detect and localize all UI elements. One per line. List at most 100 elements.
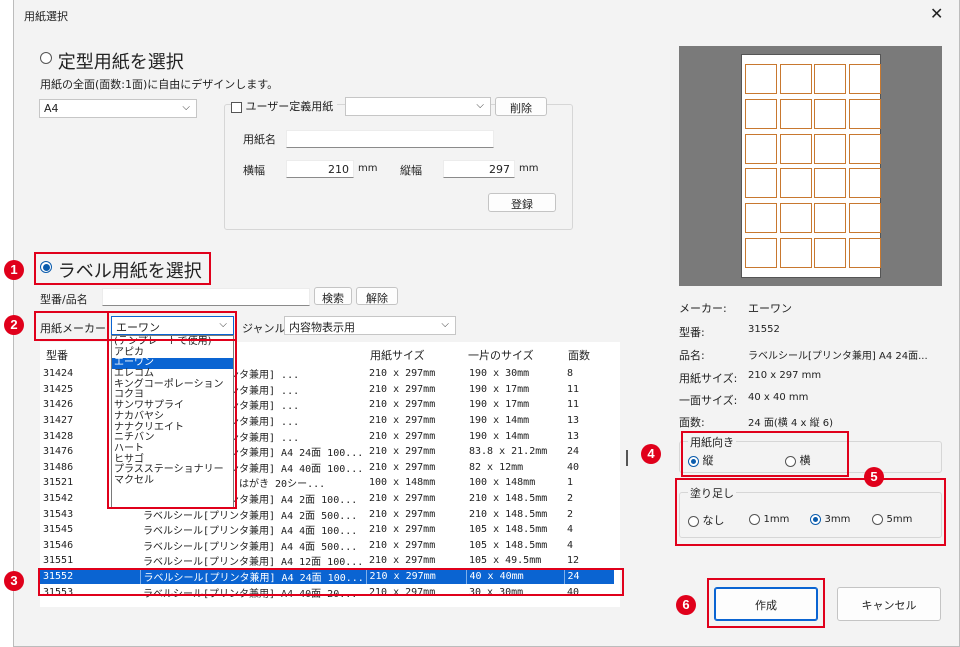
preview-label-cell	[745, 98, 777, 129]
close-icon[interactable]: ✕	[930, 4, 943, 23]
table-cell: 210 x 297mm	[369, 524, 436, 536]
preview-label-cell	[779, 98, 812, 129]
info-model-label: 型番:	[679, 326, 705, 339]
paper-size-select[interactable]: A4 ⌵	[39, 99, 197, 118]
splitter-handle[interactable]	[626, 450, 628, 466]
table-cell: 210 x 297mm	[369, 461, 436, 473]
info-paper-label: 用紙サイズ:	[679, 372, 738, 385]
table-cell: 210 x 148.5mm	[469, 508, 548, 520]
preview-label-cell	[814, 64, 846, 94]
callout-badge-6: 6	[676, 595, 696, 615]
info-maker-label: メーカー:	[679, 302, 727, 315]
table-row[interactable]: 31545 ラベルシール[プリンタ兼用] A4 4面 100... 210 x 29…	[40, 522, 614, 538]
table-cell: 210 x 297mm	[369, 446, 436, 458]
info-model-value: 31552	[748, 324, 780, 335]
table-cell: 12	[567, 555, 580, 567]
table-cell: 210 x 297mm	[369, 430, 436, 442]
genre-value: 内容物表示用	[289, 321, 355, 334]
table-cell: 1	[567, 477, 574, 489]
window-title: 用紙選択	[24, 10, 68, 23]
width-input[interactable]: 210	[286, 160, 354, 178]
standard-paper-label: 定型用紙を選択	[57, 52, 184, 73]
height-unit: mm	[519, 163, 539, 174]
preview-label-cell	[814, 98, 846, 129]
preview-panel	[679, 46, 942, 286]
callout-badge-1: 1	[4, 260, 24, 280]
table-cell: 105 x 148.5mm	[469, 524, 548, 536]
cancel-button[interactable]: キャンセル	[837, 587, 941, 621]
col-header-paper-size[interactable]: 用紙サイズ	[370, 347, 425, 363]
col-header-piece-size[interactable]: 一片のサイズ	[468, 347, 534, 363]
chevron-down-icon: ⌵	[476, 100, 484, 111]
table-cell: 13	[567, 415, 580, 427]
preview-label-cell	[779, 133, 812, 164]
preview-label-cell	[814, 203, 846, 234]
table-cell: 31551	[43, 555, 74, 567]
table-cell: 210 x 297mm	[369, 415, 436, 427]
register-button[interactable]: 登録	[488, 193, 556, 212]
info-piece-value: 40 x 40 mm	[748, 392, 809, 403]
table-cell: 4	[567, 524, 574, 536]
standard-paper-radio[interactable]: 定型用紙を選択	[40, 48, 184, 74]
table-cell: 210 x 297mm	[369, 493, 436, 505]
clear-button[interactable]: 解除	[356, 287, 398, 305]
callout-badge-2: 2	[4, 315, 24, 335]
table-row[interactable]: 31551 ラベルシール[プリンタ兼用] A4 12面 100... 210 x 2…	[40, 553, 614, 569]
callout-badge-3: 3	[4, 571, 24, 591]
callout-badge-4: 4	[641, 444, 661, 464]
callout-box-4	[681, 431, 849, 477]
preview-label-cell	[814, 238, 846, 268]
genre-select[interactable]: 内容物表示用 ⌵	[284, 316, 456, 335]
preview-label-cell	[745, 168, 777, 199]
preview-label-cell	[779, 203, 812, 234]
model-input[interactable]	[102, 288, 310, 306]
preview-label-cell	[745, 64, 777, 94]
table-cell: 83.8 x 21.2mm	[469, 446, 548, 458]
table-cell: 210 x 297mm	[369, 539, 436, 551]
table-cell: 210 x 148.5mm	[469, 493, 548, 505]
table-cell: 11	[567, 399, 580, 411]
table-row[interactable]: 31546 ラベルシール[プリンタ兼用] A4 4面 500... 210 x 29…	[40, 538, 614, 554]
preview-label-cell	[848, 203, 881, 234]
callout-box-5	[675, 478, 946, 546]
table-cell: 8	[567, 368, 574, 380]
preview-label-cell	[848, 238, 881, 268]
table-cell: 100 x 148mm	[369, 477, 436, 489]
table-cell: ラベルシール[プリンタ兼用] A4 4面 500...	[143, 541, 358, 553]
title-bar	[14, 0, 959, 30]
table-cell: 24	[567, 446, 580, 458]
table-cell: 13	[567, 430, 580, 442]
search-button[interactable]: 検索	[314, 287, 352, 305]
table-cell: ラベルシール[プリンタ兼用] A4 4面 100...	[143, 526, 358, 538]
user-defined-checkbox[interactable]: ユーザー定義用紙	[231, 98, 338, 114]
table-cell: 31546	[43, 539, 74, 551]
table-cell: 40	[567, 461, 580, 473]
paper-size-value: A4	[44, 102, 59, 115]
radio-icon	[40, 52, 52, 64]
callout-box-3	[38, 568, 624, 596]
table-cell: 2	[567, 508, 574, 520]
callout-box-6	[707, 578, 825, 628]
col-header-count[interactable]: 面数	[568, 347, 590, 363]
preview-label-cell	[814, 133, 846, 164]
col-header-model[interactable]: 型番	[46, 347, 68, 363]
callout-badge-5: 5	[864, 467, 884, 487]
preview-label-cell	[745, 133, 777, 164]
table-cell: 82 x 12mm	[469, 461, 524, 473]
chevron-down-icon: ⌵	[182, 102, 190, 113]
table-cell: 4	[567, 539, 574, 551]
user-defined-select[interactable]: ⌵	[345, 97, 491, 116]
user-defined-label: ユーザー定義用紙	[245, 100, 334, 113]
preview-label-cell	[745, 203, 777, 234]
label-paper-radio[interactable]: ラベル用紙を選択	[40, 257, 202, 283]
paper-name-input[interactable]	[286, 130, 494, 148]
table-cell: 100 x 148mm	[469, 477, 536, 489]
preview-label-cell	[848, 133, 881, 164]
table-cell: 210 x 297mm	[369, 368, 436, 380]
checkbox-icon	[231, 101, 242, 113]
width-label: 横幅	[243, 164, 265, 177]
label-paper-label: ラベル用紙を選択	[57, 261, 202, 282]
table-cell: 210 x 297mm	[369, 555, 436, 567]
delete-button[interactable]: 削除	[495, 97, 547, 116]
height-input[interactable]: 297	[443, 160, 515, 178]
